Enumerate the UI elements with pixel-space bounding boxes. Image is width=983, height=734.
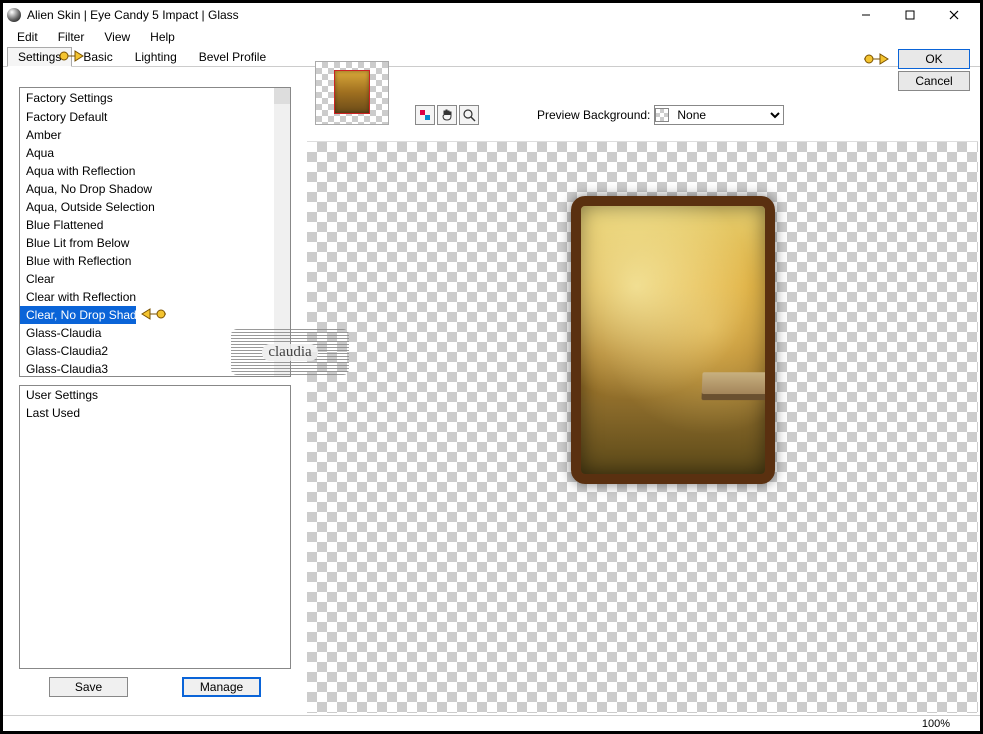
factory-item[interactable]: Clear with Reflection <box>20 288 290 306</box>
navigator-thumbnail[interactable] <box>315 61 389 125</box>
settings-panel: Factory Settings Factory DefaultAmberAqu… <box>19 87 291 697</box>
preview-image <box>571 196 775 484</box>
factory-item[interactable]: Aqua with Reflection <box>20 162 290 180</box>
zoom-tool-button[interactable] <box>459 105 479 125</box>
minimize-button[interactable] <box>844 3 888 27</box>
preview-canvas[interactable] <box>307 141 978 713</box>
tab-bevel-profile[interactable]: Bevel Profile <box>188 47 277 67</box>
menu-help[interactable]: Help <box>140 28 185 46</box>
factory-item[interactable]: Aqua, Outside Selection <box>20 198 290 216</box>
factory-item[interactable]: Amber <box>20 126 290 144</box>
zoom-readout: 100% <box>922 718 950 730</box>
factory-header: Factory Settings <box>20 88 290 108</box>
titlebar: Alien Skin | Eye Candy 5 Impact | Glass <box>3 3 980 27</box>
settings-buttons: Save Manage <box>19 669 291 697</box>
dialog-actions: OK Cancel <box>898 49 970 91</box>
user-item[interactable]: Last Used <box>20 404 290 422</box>
manage-button[interactable]: Manage <box>182 677 261 697</box>
factory-item[interactable]: Blue Flattened <box>20 216 290 234</box>
factory-item[interactable]: Clear, No Drop Shadow <box>20 306 136 324</box>
user-item[interactable]: User Settings <box>20 386 290 404</box>
pointer-annotation-icon <box>57 47 85 65</box>
menubar: Edit Filter View Help <box>3 27 980 47</box>
factory-item[interactable]: Blue with Reflection <box>20 252 290 270</box>
preview-background-label: Preview Background: <box>537 108 650 122</box>
menu-edit[interactable]: Edit <box>7 28 48 46</box>
preview-toolbar <box>415 105 479 125</box>
watermark-text: claudia <box>262 344 317 361</box>
cancel-button[interactable]: Cancel <box>898 71 970 91</box>
factory-item[interactable]: Blue Lit from Below <box>20 234 290 252</box>
factory-item[interactable]: Factory Default <box>20 108 290 126</box>
toggle-proof-button[interactable] <box>415 105 435 125</box>
ok-button[interactable]: OK <box>898 49 970 69</box>
menu-view[interactable]: View <box>94 28 140 46</box>
content-area: Factory Settings Factory DefaultAmberAqu… <box>7 79 976 713</box>
tab-lighting[interactable]: Lighting <box>124 47 188 67</box>
pan-tool-button[interactable] <box>437 105 457 125</box>
pointer-annotation-icon <box>140 305 168 323</box>
window-controls <box>844 3 976 27</box>
app-window: Alien Skin | Eye Candy 5 Impact | Glass … <box>2 2 981 732</box>
navigator-viewport <box>334 70 370 114</box>
statusbar: 100% <box>3 715 980 731</box>
window-title: Alien Skin | Eye Candy 5 Impact | Glass <box>27 8 844 22</box>
factory-item[interactable]: Aqua, No Drop Shadow <box>20 180 290 198</box>
preview-panel: Preview Background: None OK Cancel <box>307 61 978 713</box>
factory-item[interactable]: Aqua <box>20 144 290 162</box>
menu-filter[interactable]: Filter <box>48 28 95 46</box>
user-settings-list[interactable]: User SettingsLast Used <box>19 385 291 669</box>
maximize-button[interactable] <box>888 3 932 27</box>
factory-item[interactable]: Clear <box>20 270 290 288</box>
preview-background-control: Preview Background: None <box>537 105 784 125</box>
app-icon <box>7 8 21 22</box>
pointer-annotation-icon <box>862 50 890 68</box>
watermark: claudia <box>231 329 349 375</box>
preview-background-select[interactable]: None <box>654 105 784 125</box>
save-button[interactable]: Save <box>49 677 128 697</box>
close-button[interactable] <box>932 3 976 27</box>
